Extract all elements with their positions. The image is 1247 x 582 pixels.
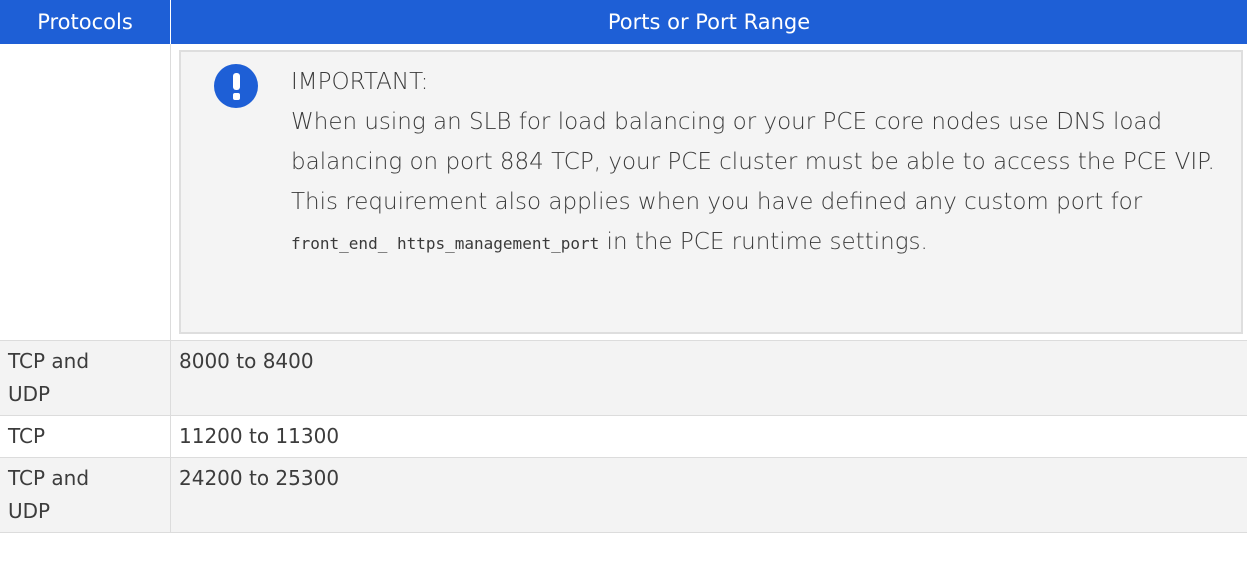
exclamation-icon bbox=[214, 64, 258, 108]
ports-table: Protocols Ports or Port Range IMPORTANT:… bbox=[0, 0, 1247, 533]
table-row-note: IMPORTANT: When using an SLB for load ba… bbox=[0, 44, 1247, 341]
important-note: IMPORTANT: When using an SLB for load ba… bbox=[179, 50, 1243, 334]
note-text-end: in the PCE runtime settings. bbox=[599, 229, 928, 255]
note-code: front_end_ https_management_port bbox=[291, 234, 600, 253]
note-protocol-cell bbox=[0, 44, 171, 341]
ports-cell: 11200 to 11300 bbox=[170, 415, 1247, 458]
protocol-cell: TCP bbox=[0, 415, 171, 458]
protocol-cell: TCP and UDP bbox=[0, 340, 171, 416]
note-body: IMPORTANT: When using an SLB for load ba… bbox=[291, 62, 1225, 264]
ports-cell: 8000 to 8400 bbox=[170, 340, 1247, 416]
table-row: TCP 11200 to 11300 bbox=[0, 415, 1247, 458]
ports-cell: 24200 to 25300 bbox=[170, 457, 1247, 533]
table-row: TCP and UDP 24200 to 25300 bbox=[0, 457, 1247, 533]
header-ports: Ports or Port Range bbox=[170, 0, 1247, 44]
header-protocols: Protocols bbox=[0, 0, 171, 44]
table-header-row: Protocols Ports or Port Range bbox=[0, 0, 1247, 44]
protocol-cell: TCP and UDP bbox=[0, 457, 171, 533]
table-row: TCP and UDP 8000 to 8400 bbox=[0, 340, 1247, 416]
note-title: IMPORTANT: bbox=[291, 69, 429, 95]
note-ports-cell: IMPORTANT: When using an SLB for load ba… bbox=[170, 44, 1247, 341]
note-text: When using an SLB for load balancing or … bbox=[291, 109, 1215, 215]
